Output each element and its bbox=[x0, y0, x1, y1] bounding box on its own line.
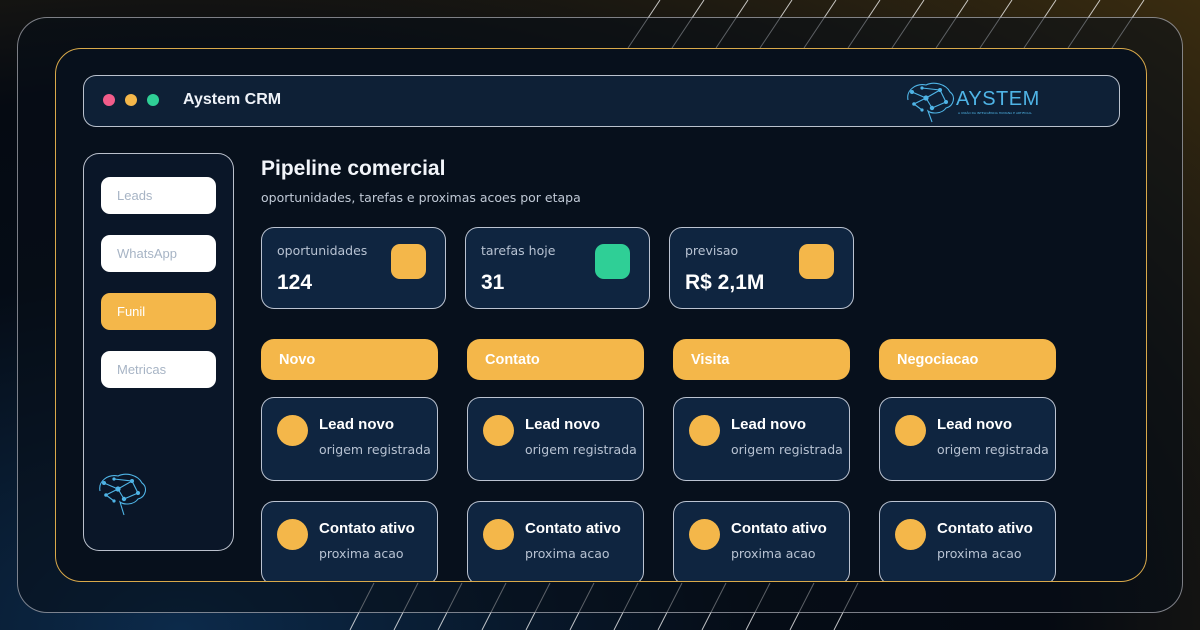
card-title: Contato ativo bbox=[525, 520, 621, 537]
page-title: Pipeline comercial bbox=[261, 157, 446, 180]
card-status-dot bbox=[277, 519, 308, 550]
sidebar-item-funil[interactable]: Funil bbox=[101, 293, 216, 330]
card-subtitle: origem registrada bbox=[525, 442, 637, 457]
card-subtitle: proxima acao bbox=[525, 546, 610, 561]
stat-value: 124 bbox=[277, 271, 313, 294]
stat-label: oportunidades bbox=[277, 243, 368, 258]
stat-label: tarefas hoje bbox=[481, 243, 556, 258]
page-subtitle: oportunidades, tarefas e proximas acoes … bbox=[261, 190, 581, 205]
stat-badge-icon bbox=[799, 244, 834, 279]
stat-value: R$ 2,1M bbox=[685, 271, 765, 294]
card-title: Lead novo bbox=[731, 416, 807, 433]
card-title: Contato ativo bbox=[319, 520, 415, 537]
card-subtitle: origem registrada bbox=[319, 442, 431, 457]
card-status-dot bbox=[689, 519, 720, 550]
sidebar-item-leads[interactable]: Leads bbox=[101, 177, 216, 214]
crm-app-window: Aystem CRM AYSTEM A UNIÃO DA INTELIGÊNCI… bbox=[55, 48, 1147, 582]
card-status-dot bbox=[483, 519, 514, 550]
pipeline-card[interactable]: Contato ativo proxima acao bbox=[261, 501, 438, 581]
maximize-window-button[interactable] bbox=[147, 94, 159, 106]
card-status-dot bbox=[689, 415, 720, 446]
column-header-visita[interactable]: Visita bbox=[673, 339, 850, 380]
pipeline-card[interactable]: Contato ativo proxima acao bbox=[467, 501, 644, 581]
card-title: Contato ativo bbox=[731, 520, 827, 537]
brain-network-icon bbox=[907, 82, 955, 123]
sidebar-item-whatsapp[interactable]: WhatsApp bbox=[101, 235, 216, 272]
card-title: Lead novo bbox=[525, 416, 601, 433]
stat-card-oportunidades: oportunidades 124 bbox=[261, 227, 446, 309]
column-header-contato[interactable]: Contato bbox=[467, 339, 644, 380]
close-window-button[interactable] bbox=[103, 94, 115, 106]
brand-name: AYSTEM bbox=[956, 88, 1040, 110]
pipeline-card[interactable]: Contato ativo proxima acao bbox=[673, 501, 850, 581]
card-status-dot bbox=[277, 415, 308, 446]
brand-tagline: A UNIÃO DA INTELIGÊNCIA HUMANA E ARTIFIC… bbox=[958, 111, 1032, 115]
card-status-dot bbox=[483, 415, 514, 446]
pipeline-card[interactable]: Lead novo origem registrada bbox=[673, 397, 850, 481]
pipeline-card[interactable]: Contato ativo proxima acao bbox=[879, 501, 1056, 581]
sidebar: Leads WhatsApp Funil Metricas bbox=[83, 153, 234, 551]
brand-logo: AYSTEM A UNIÃO DA INTELIGÊNCIA HUMANA E … bbox=[902, 78, 1042, 124]
card-subtitle: origem registrada bbox=[937, 442, 1049, 457]
stat-card-previsao: previsao R$ 2,1M bbox=[669, 227, 854, 309]
pipeline-card[interactable]: Lead novo origem registrada bbox=[261, 397, 438, 481]
column-header-novo[interactable]: Novo bbox=[261, 339, 438, 380]
pipeline-card[interactable]: Lead novo origem registrada bbox=[879, 397, 1056, 481]
stat-badge-icon bbox=[595, 244, 630, 279]
stat-value: 31 bbox=[481, 271, 505, 294]
brain-network-icon bbox=[99, 473, 147, 516]
card-title: Lead novo bbox=[937, 416, 1013, 433]
card-subtitle: origem registrada bbox=[731, 442, 843, 457]
card-title: Lead novo bbox=[319, 416, 395, 433]
app-title: Aystem CRM bbox=[183, 91, 282, 108]
stat-badge-icon bbox=[391, 244, 426, 279]
stat-label: previsao bbox=[685, 243, 739, 258]
card-subtitle: proxima acao bbox=[937, 546, 1022, 561]
stat-card-tarefas-hoje: tarefas hoje 31 bbox=[465, 227, 650, 309]
minimize-window-button[interactable] bbox=[125, 94, 137, 106]
card-subtitle: proxima acao bbox=[731, 546, 816, 561]
sidebar-item-metricas[interactable]: Metricas bbox=[101, 351, 216, 388]
card-subtitle: proxima acao bbox=[319, 546, 404, 561]
pipeline-card[interactable]: Lead novo origem registrada bbox=[467, 397, 644, 481]
card-title: Contato ativo bbox=[937, 520, 1033, 537]
window-titlebar: Aystem CRM AYSTEM A UNIÃO DA INTELIGÊNCI… bbox=[83, 75, 1120, 127]
column-header-negociacao[interactable]: Negociacao bbox=[879, 339, 1056, 380]
card-status-dot bbox=[895, 519, 926, 550]
card-status-dot bbox=[895, 415, 926, 446]
